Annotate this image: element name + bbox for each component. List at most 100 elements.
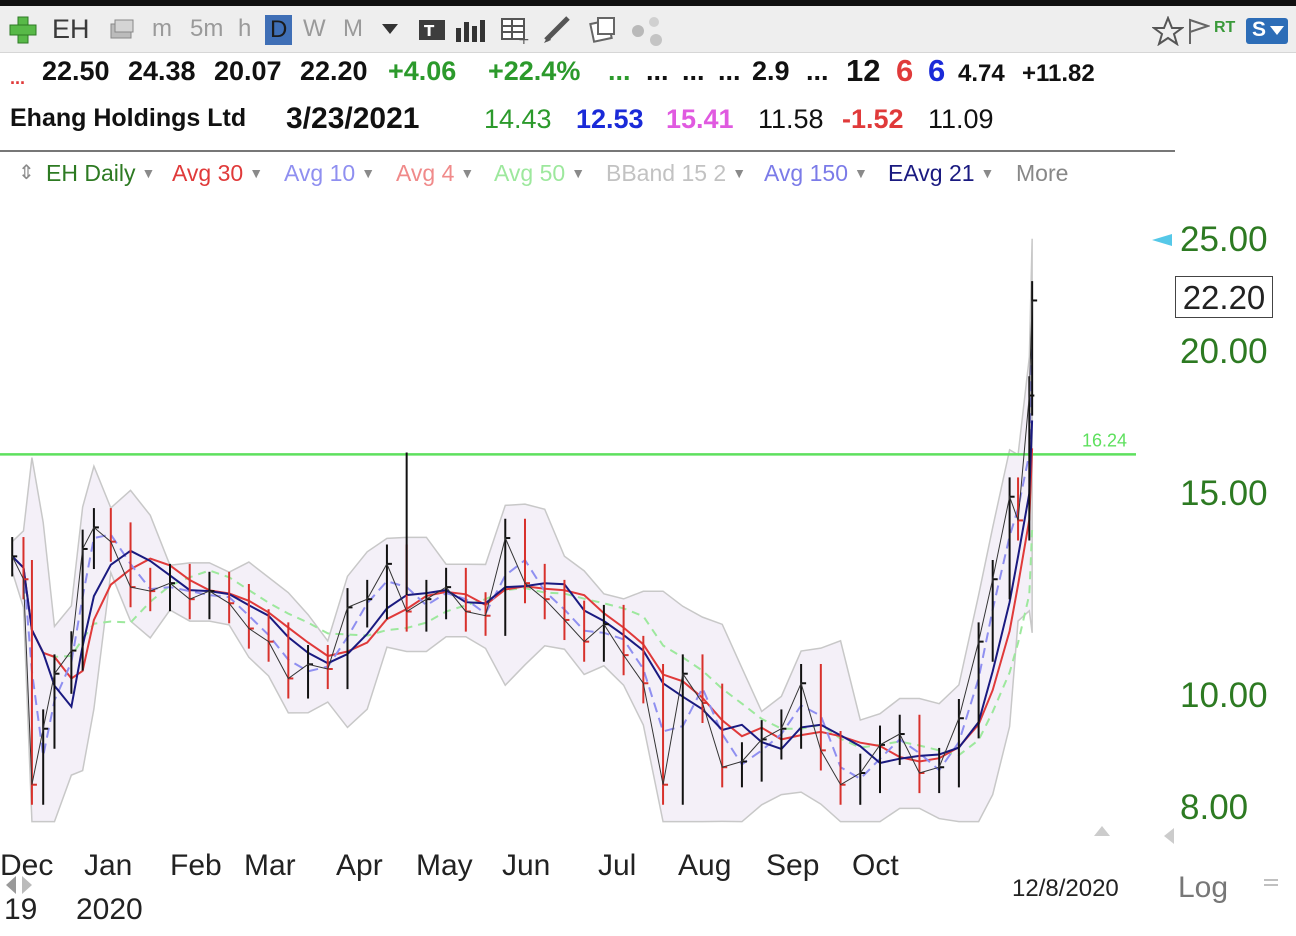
study-label: Avg 30 (172, 160, 244, 186)
price-chart: 16.24 (0, 234, 1174, 844)
quote-dots-4: ... (718, 56, 741, 86)
x-tick-label: Mar (244, 849, 296, 882)
close-price: 22.20 (300, 56, 368, 86)
interval-minute[interactable]: m (152, 6, 172, 52)
quote-dots-3: ... (682, 56, 705, 86)
stat-pink-15-41: 15.41 (666, 104, 734, 134)
year-label: 19 (4, 893, 38, 926)
x-tick-label: Jan (84, 849, 133, 882)
study-label: BBand 15 2 (606, 160, 727, 186)
stat-11-09: 11.09 (928, 104, 994, 134)
dropdown-icon: ▼ (141, 165, 156, 181)
interval-dropdown-icon[interactable] (382, 24, 398, 36)
study-avg-150[interactable]: Avg 150 ▼ (764, 160, 868, 187)
y-tick-label: 25.00 (1180, 220, 1268, 259)
alert-flag-icon[interactable] (1186, 16, 1210, 46)
s-badge-label: S (1252, 18, 1267, 41)
quote-value-4-74: 4.74 (958, 60, 1005, 87)
tick-indicator-dots: ... (10, 68, 26, 88)
x-tick-label: Aug (678, 849, 732, 882)
price-change: +4.06 (388, 56, 457, 86)
cursor-date-label: 12/8/2020 (1012, 875, 1119, 902)
resize-arrows-icon[interactable]: ⇕ (18, 160, 35, 185)
stat-11-58: 11.58 (758, 104, 824, 134)
quote-date: 3/23/2021 (286, 102, 420, 135)
menu-lines-icon[interactable] (1262, 878, 1280, 890)
scroll-up-marker (1094, 826, 1110, 836)
study-bband[interactable]: BBand 15 2 ▼ (606, 160, 746, 187)
interval-daily[interactable]: D (265, 15, 293, 45)
study-label: More (1016, 160, 1069, 186)
stat-blue-12-53: 12.53 (576, 104, 644, 134)
text-tool-icon[interactable]: T (418, 18, 446, 42)
high-price: 24.38 (128, 56, 196, 86)
quote-value-12: 12 (846, 53, 881, 88)
dropdown-icon: ▼ (361, 165, 376, 181)
study-label: Avg 150 (764, 160, 848, 186)
study-label: Avg 50 (494, 160, 566, 186)
price-change-percent: +22.4% (488, 56, 581, 86)
study-avg-50[interactable]: Avg 50 ▼ (494, 160, 585, 187)
notes-icon[interactable] (588, 16, 618, 44)
svg-text:T: T (424, 22, 435, 40)
x-tick-label: Jul (598, 849, 637, 882)
open-price: 22.50 (42, 56, 110, 86)
quote-dots-1: ... (608, 56, 631, 86)
x-tick-label: Oct (852, 849, 899, 882)
quote-value-blue-6: 6 (928, 53, 946, 88)
interval-monthly[interactable]: M (343, 6, 363, 52)
quote-value-11-82: +11.82 (1022, 60, 1095, 87)
toolbar: EH m 5m h D W M T + RT S (0, 6, 1296, 53)
interval-hour[interactable]: h (238, 6, 251, 52)
study-label: EH Daily (46, 160, 136, 186)
study-label: Avg 4 (396, 160, 455, 186)
layers-icon[interactable] (108, 18, 136, 42)
stat-green-14-43: 14.43 (484, 104, 552, 134)
y-tick-label: 8.00 (1180, 788, 1249, 827)
share-icon[interactable] (630, 16, 664, 46)
log-scale-toggle[interactable]: Log (1178, 871, 1228, 905)
scroll-left-marker (1164, 828, 1174, 844)
study-legend-bar: ⇕ EH Daily ▼ Avg 30 ▼ Avg 10 ▼ Avg 4 ▼ Avg 5… (0, 160, 1120, 194)
s-badge-dropdown-icon (1270, 26, 1284, 35)
company-name: Ehang Holdings Ltd (10, 104, 247, 132)
x-tick-label: Feb (170, 849, 222, 882)
draw-pen-icon[interactable] (542, 16, 572, 44)
low-price: 20.07 (214, 56, 282, 86)
y-tick-label: 20.00 (1180, 332, 1268, 371)
realtime-badge[interactable]: RT (1214, 19, 1235, 37)
interval-5-minute[interactable]: 5m (190, 6, 223, 52)
y-tick-label: 15.00 (1180, 474, 1268, 513)
quote-dots-2: ... (646, 56, 669, 86)
quote-row-info: Ehang Holdings Ltd 3/23/2021 14.43 12.53… (0, 102, 1296, 144)
study-label: Avg 10 (284, 160, 356, 186)
study-eavg-21[interactable]: EAvg 21 ▼ (888, 160, 994, 187)
quote-value-2-9: 2.9 (752, 56, 790, 86)
s-badge[interactable]: S (1246, 18, 1288, 44)
x-tick-label: Apr (336, 849, 383, 882)
year-label: 2020 (76, 893, 143, 926)
study-avg-10[interactable]: Avg 10 ▼ (284, 160, 375, 187)
symbol-field[interactable]: EH (52, 6, 90, 52)
study-more[interactable]: More (1016, 160, 1068, 187)
x-tick-label: Sep (766, 849, 820, 882)
price-alert-marker (1152, 234, 1172, 246)
star-icon[interactable] (1152, 16, 1184, 46)
study-avg-4[interactable]: Avg 4 ▼ (396, 160, 474, 187)
dropdown-icon: ▼ (460, 165, 475, 181)
table-icon[interactable]: + (500, 16, 530, 44)
quote-dots-5: ... (806, 56, 829, 86)
add-symbol-icon[interactable] (8, 15, 38, 45)
study-eh-daily[interactable]: EH Daily ▼ (46, 160, 155, 187)
interval-weekly[interactable]: W (303, 6, 326, 52)
quote-value-red-6: 6 (896, 53, 914, 88)
resistance-line-label: 16.24 (1082, 430, 1127, 450)
scroll-arrows-icon[interactable] (4, 872, 34, 898)
quote-row-prices: ... 22.50 24.38 20.07 22.20 +4.06 +22.4%… (0, 53, 1296, 96)
x-tick-label: Jun (502, 849, 551, 882)
svg-text:+: + (518, 32, 530, 44)
study-label: EAvg 21 (888, 160, 975, 186)
bar-chart-icon[interactable] (454, 18, 486, 42)
dropdown-icon: ▼ (249, 165, 264, 181)
study-avg-30[interactable]: Avg 30 ▼ (172, 160, 263, 187)
